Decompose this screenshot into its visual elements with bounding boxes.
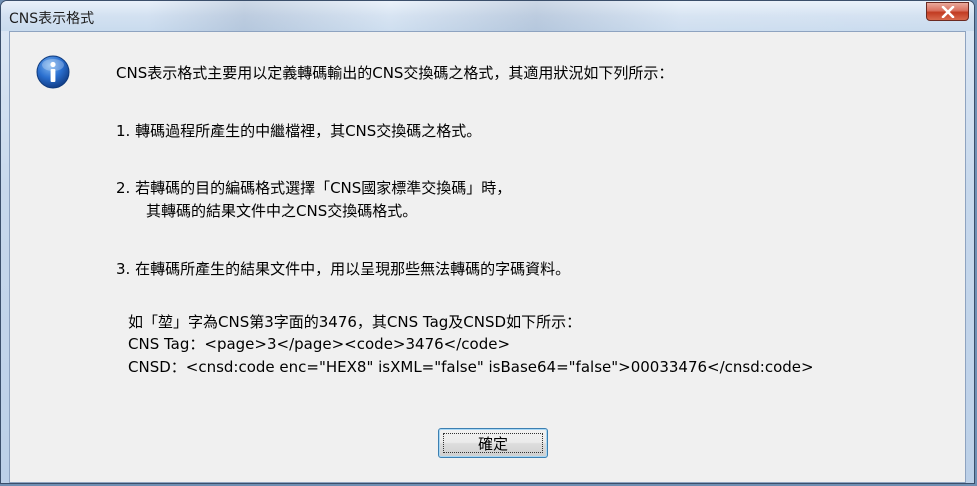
ok-button[interactable]: 確定 [438,428,548,458]
example-line-2: CNS Tag：<page>3</page><code>3476</code> [128,335,511,353]
item-1-text: 1. 轉碼過程所產生的中繼檔裡，其CNS交換碼之格式。 [116,122,482,140]
dialog-window: CNS表示格式 CNS表示格式主要用以定義轉碼輸出的CNS交換碼之格式，其適用狀… [0,0,975,484]
window-title: CNS表示格式 [9,11,95,27]
example-line-1: 如「堃」字為CNS第3字面的3476，其CNS Tag及CNSD如下所示： [128,313,582,331]
item-2-line-2: 其轉碼的結果文件中之CNS交換碼格式。 [146,202,418,220]
intro-text: CNS表示格式主要用以定義轉碼輸出的CNS交換碼之格式，其適用狀況如下列所示： [116,64,674,82]
close-icon [941,6,955,18]
close-button[interactable] [926,2,969,21]
title-bar[interactable]: CNS表示格式 [1,1,974,31]
example-line-3: CNSD：<cnsd:code enc="HEX8" isXML="false"… [128,358,814,376]
item-2-line-1: 2. 若轉碼的目的編碼格式選擇「CNS國家標準交換碼」時， [116,179,512,197]
dialog-body: CNS表示格式主要用以定義轉碼輸出的CNS交換碼之格式，其適用狀況如下列所示： … [9,31,966,483]
ok-button-label: 確定 [477,434,508,453]
info-icon [36,55,70,89]
item-3-text: 3. 在轉碼所產生的結果文件中，用以呈現那些無法轉碼的字碼資料。 [116,260,571,278]
